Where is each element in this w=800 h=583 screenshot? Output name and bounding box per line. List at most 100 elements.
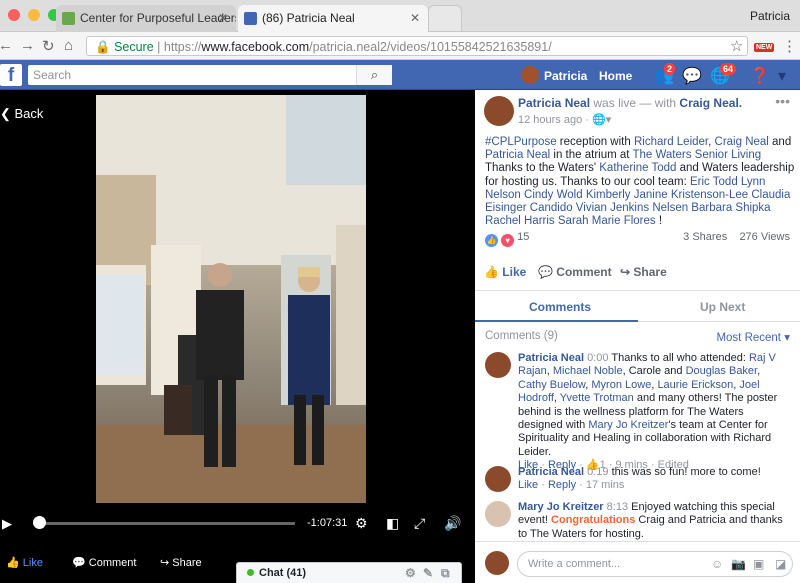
author-avatar[interactable] <box>484 96 514 126</box>
play-icon[interactable]: ▶ <box>2 516 12 532</box>
sticker-icon[interactable]: ◪ <box>775 557 786 571</box>
account-menu-icon[interactable]: ▾ <box>778 66 798 85</box>
close-tab-icon[interactable]: ✕ <box>410 11 420 25</box>
browser-profile-name[interactable]: Patricia <box>750 9 790 23</box>
new-message-icon[interactable]: ✎ <box>423 566 433 580</box>
mention-link[interactable]: Candido Vivian Jenkins <box>530 202 649 214</box>
friend-requests-icon[interactable]: 👥 2 <box>654 63 676 85</box>
emoji-icon[interactable]: ☺ <box>711 557 723 571</box>
mention-link[interactable]: The Waters Senior Living <box>632 149 761 161</box>
video-progress-track[interactable] <box>40 522 295 525</box>
gif-icon[interactable]: ▣ <box>753 557 764 571</box>
fullscreen-icon[interactable]: ⤢ <box>414 515 425 532</box>
commenter-name[interactable]: Patricia Neal <box>518 352 584 364</box>
secure-label: Secure <box>114 40 154 54</box>
mention-link[interactable]: Yvette Trotman <box>560 392 634 404</box>
commenter-name[interactable]: Mary Jo Kreitzer <box>518 501 604 513</box>
mention-link[interactable]: Richard Leider <box>634 136 708 148</box>
tab-up-next[interactable]: Up Next <box>700 300 745 314</box>
video-progress-knob[interactable] <box>33 516 46 529</box>
mention-link[interactable]: Myron Lowe <box>591 379 651 391</box>
reaction-count[interactable]: 15 <box>517 231 529 243</box>
reload-icon[interactable]: ↻ <box>42 37 55 55</box>
tagged-person-link[interactable]: Craig Neal. <box>679 96 742 110</box>
video-frame[interactable] <box>96 95 366 503</box>
mention-link[interactable]: Douglas Baker <box>686 365 758 377</box>
comments-count: Comments (9) <box>485 330 558 342</box>
mention-link[interactable]: Patricia Neal <box>485 149 550 161</box>
avatar[interactable] <box>521 66 539 84</box>
share-count[interactable]: 3 Shares <box>683 231 727 243</box>
camera-icon[interactable]: 📷 <box>731 557 746 571</box>
browser-tab-cpl[interactable]: Center for Purposeful Leadersh ✕ <box>56 5 236 32</box>
mention-link[interactable]: Kimberly Janine Kristenson-Lee <box>586 189 748 201</box>
home-link[interactable]: Home <box>599 69 632 83</box>
comment-input[interactable]: Write a comment... <box>517 551 793 577</box>
mention-link[interactable]: Craig Neal <box>715 136 769 148</box>
video-still-image <box>96 95 366 503</box>
comment-timecode[interactable]: 0:19 <box>587 466 608 478</box>
comment-button[interactable]: 💬 Comment <box>538 265 612 279</box>
commenter-name[interactable]: Patricia Neal <box>518 466 584 478</box>
minimize-window-button[interactable] <box>28 9 40 21</box>
browser-tab-facebook[interactable]: (86) Patricia Neal ✕ <box>238 5 428 32</box>
chat-tab[interactable]: Chat (41) ⚙ ✎ ⧉ <box>236 562 462 583</box>
close-tab-icon[interactable]: ✕ <box>218 11 228 25</box>
mention-link[interactable]: Nelsen Barbara Shipka <box>652 202 770 214</box>
messenger-icon[interactable]: 💬 <box>682 66 702 85</box>
mention-link[interactable]: Rachel Harris <box>485 215 555 227</box>
search-icon[interactable]: ⌕ <box>356 65 392 85</box>
commenter-avatar[interactable] <box>485 501 511 527</box>
search-input[interactable]: Search <box>28 65 392 85</box>
share-button[interactable]: ↪ Share <box>620 265 667 279</box>
extension-badge[interactable]: NEW <box>754 43 775 52</box>
mention-link[interactable]: Cathy Buelow <box>518 379 585 391</box>
mention-link[interactable]: Laurie Erickson <box>657 379 733 391</box>
mention-link[interactable]: Mary Jo Kreitzer <box>588 419 668 431</box>
mention-link[interactable]: Katherine Todd <box>599 162 676 174</box>
back-button[interactable]: ❮ Back <box>0 106 43 122</box>
text-segment: ! <box>655 215 663 228</box>
chat-options-icon[interactable]: ⧉ <box>441 566 450 581</box>
comment-like-link[interactable]: Like <box>518 479 538 491</box>
browser-menu-icon[interactable]: ⋮ <box>782 37 797 55</box>
like-reaction-icon[interactable]: 👍 <box>485 234 498 247</box>
tab-comments[interactable]: Comments <box>529 300 591 314</box>
profile-link[interactable]: Patricia <box>544 69 587 83</box>
sort-dropdown[interactable]: Most Recent ▾ <box>716 330 790 344</box>
text-segment: this was so fun! more to come! <box>611 466 761 478</box>
mention-link[interactable]: Michael Noble <box>553 365 623 377</box>
facebook-logo-icon[interactable]: f <box>0 64 22 86</box>
settings-gear-icon[interactable]: ⚙ <box>355 515 368 532</box>
post-options-icon[interactable]: ••• <box>775 93 790 109</box>
new-tab-button[interactable] <box>428 5 462 32</box>
theater-mode-icon[interactable]: ◧ <box>386 515 399 532</box>
back-arrow-icon[interactable]: ← <box>0 37 13 54</box>
home-icon[interactable]: ⌂ <box>64 37 73 54</box>
commenter-avatar[interactable] <box>485 466 511 492</box>
mention-link[interactable]: Eric Todd <box>690 176 738 188</box>
notifications-globe-icon[interactable]: 🌐 64 <box>710 63 737 85</box>
comment-timecode[interactable]: 0:00 <box>587 352 608 364</box>
mention-link[interactable]: Cindy Wold <box>524 189 583 201</box>
back-chevron-icon: ❮ <box>0 106 15 121</box>
forward-arrow-icon[interactable]: → <box>20 37 35 54</box>
video-like-button[interactable]: 👍 Like <box>6 556 43 569</box>
video-comment-button[interactable]: 💬 Comment <box>72 556 136 569</box>
chat-settings-icon[interactable]: ⚙ <box>405 566 416 580</box>
url-input[interactable]: 🔒 Secure | https://www.facebook.com/patr… <box>86 36 748 56</box>
help-icon[interactable]: ❓ <box>750 66 770 85</box>
mention-link[interactable]: Sarah Marie Flores <box>558 215 656 227</box>
mention-link[interactable]: #CPLPurpose <box>485 136 557 148</box>
love-reaction-icon[interactable]: ♥ <box>501 234 515 247</box>
like-button[interactable]: 👍 Like <box>484 265 526 279</box>
comment-timecode[interactable]: 8:13 <box>607 501 628 513</box>
commenter-avatar[interactable] <box>485 352 511 378</box>
video-player[interactable]: ❮ Back ▶ -1:07:31 ⚙ ◧ ⤢ 🔊 👍 Like 💬 Comme… <box>0 90 475 583</box>
comment-reply-link[interactable]: Reply <box>548 479 576 491</box>
video-share-button[interactable]: ↪ Share <box>160 556 202 569</box>
bookmark-star-icon[interactable]: ☆ <box>730 37 743 55</box>
author-link[interactable]: Patricia Neal <box>518 96 590 110</box>
close-window-button[interactable] <box>8 9 20 21</box>
volume-icon[interactable]: 🔊 <box>444 515 461 532</box>
